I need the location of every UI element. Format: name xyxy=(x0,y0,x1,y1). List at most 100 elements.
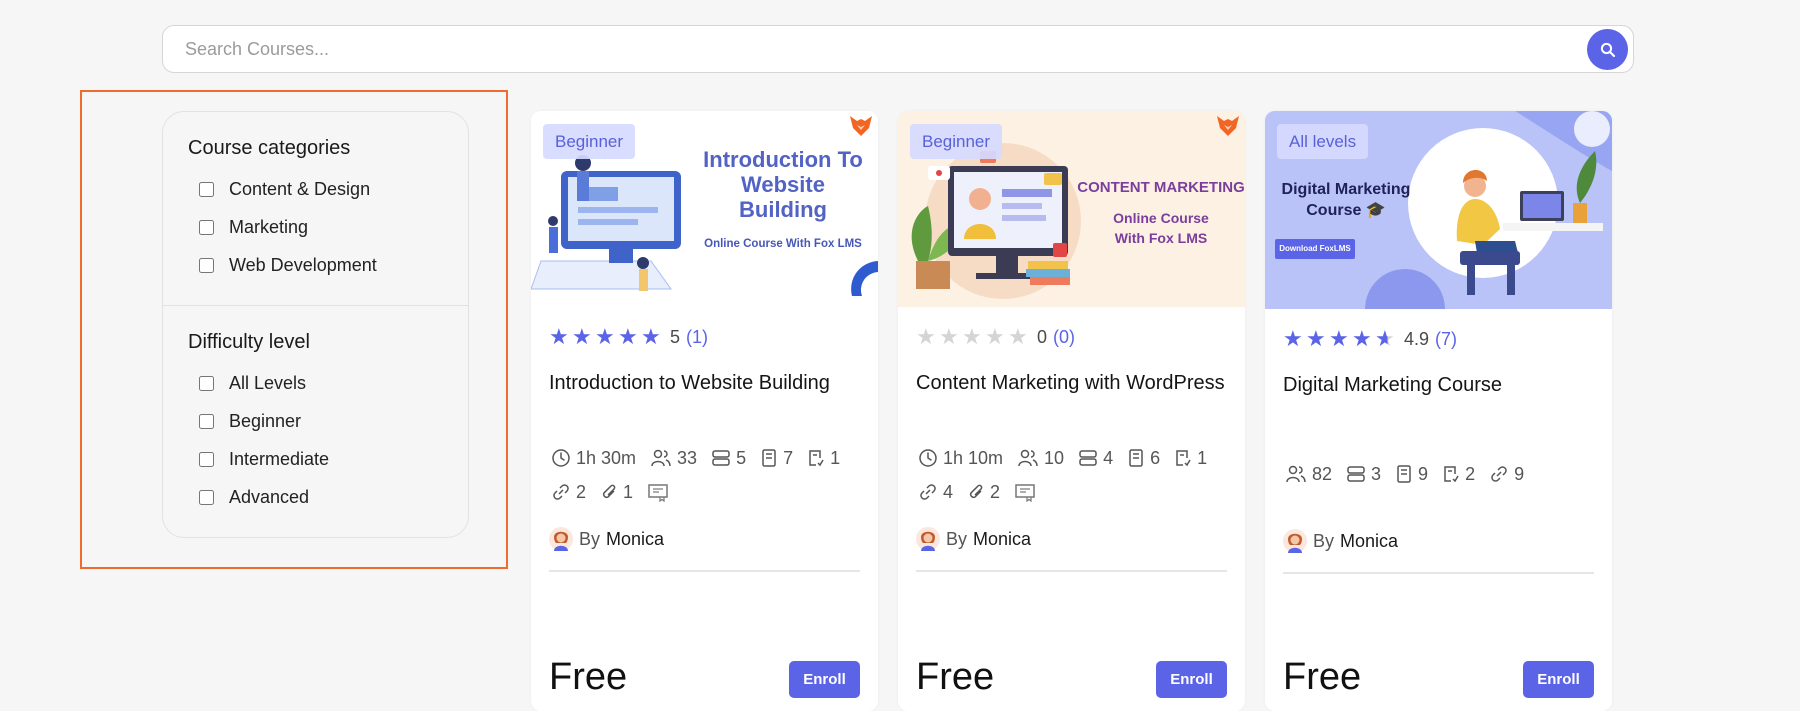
course-author: By Monica xyxy=(1283,529,1398,553)
star-icon: ★ xyxy=(1352,326,1372,351)
enroll-button[interactable]: Enroll xyxy=(1523,661,1594,698)
course-card: CONTENT MARKETING Online Course With Fox… xyxy=(898,111,1245,711)
book-icon xyxy=(1397,465,1411,483)
star-icon: ★ xyxy=(1329,326,1349,351)
course-meta: 82 3 9 2 9 xyxy=(1285,462,1605,486)
course-author: By Monica xyxy=(916,527,1031,551)
level-option-intermediate[interactable]: Intermediate xyxy=(199,449,329,470)
users-icon xyxy=(1018,449,1038,467)
category-option-marketing[interactable]: Marketing xyxy=(199,217,308,238)
search-input[interactable] xyxy=(183,26,1527,73)
sections: 4 xyxy=(1078,446,1113,470)
star-icon: ★ xyxy=(1306,326,1326,351)
avatar xyxy=(916,527,940,551)
sections: 5 xyxy=(711,446,746,470)
rating-count[interactable]: (1) xyxy=(686,327,708,348)
level-option-advanced[interactable]: Advanced xyxy=(199,487,309,508)
assignment-icon xyxy=(809,450,824,467)
star-icon: ★ xyxy=(962,324,982,349)
course-card: Digital Marketing Course 🎓 Download FoxL… xyxy=(1265,111,1612,711)
thumbnail-headline: Introduction To Website Building xyxy=(703,147,863,222)
attachments: 1 xyxy=(600,480,633,504)
course-thumbnail[interactable]: CONTENT MARKETING Online Course With Fox… xyxy=(898,111,1245,307)
users-icon xyxy=(1286,465,1306,483)
course-meta: 1h 10m 10 4 6 1 4 2 xyxy=(918,446,1238,504)
duration: 1h 30m xyxy=(551,446,636,470)
users-icon xyxy=(651,449,671,467)
star-icon: ★ xyxy=(641,324,661,349)
certificate-icon xyxy=(648,484,668,502)
graduation-cap-icon: 🎓 xyxy=(1365,202,1386,219)
category-checkbox[interactable] xyxy=(199,258,214,273)
level-checkbox[interactable] xyxy=(199,414,214,429)
search-icon xyxy=(1600,42,1615,57)
course-title[interactable]: Introduction to Website Building xyxy=(549,369,859,397)
level-option-all-levels[interactable]: All Levels xyxy=(199,373,306,394)
star-icon: ★ xyxy=(1283,326,1303,351)
search-button[interactable] xyxy=(1587,29,1628,70)
author-name[interactable]: Monica xyxy=(606,529,664,550)
category-checkbox[interactable] xyxy=(199,182,214,197)
course-rating: ★ ★ ★ ★ ★ 0 (0) xyxy=(916,326,1075,348)
fox-logo-icon xyxy=(850,116,872,136)
link-icon xyxy=(920,484,936,500)
thumbnail-subtitle: Online Course With Fox LMS xyxy=(704,238,862,250)
card-divider xyxy=(916,570,1227,572)
fox-logo-icon xyxy=(1217,116,1239,136)
links: 9 xyxy=(1489,462,1524,486)
level-checkbox[interactable] xyxy=(199,376,214,391)
course-title[interactable]: Digital Marketing Course xyxy=(1283,371,1593,399)
certificate-icon xyxy=(1015,484,1035,502)
avatar xyxy=(549,527,573,551)
lessons: 9 xyxy=(1395,462,1428,486)
rating-stars: ★ ★ ★ ★ ★ xyxy=(916,326,1031,348)
rating-score: 5 xyxy=(670,326,681,347)
star-icon: ★ xyxy=(985,324,1005,349)
level-checkbox[interactable] xyxy=(199,490,214,505)
rating-score: 0 xyxy=(1037,326,1048,347)
rating-count[interactable]: (0) xyxy=(1053,327,1075,348)
course-rating: ★ ★ ★ ★ ★ 4.9 (7) xyxy=(1283,328,1457,350)
certificate xyxy=(1014,480,1041,504)
students: 10 xyxy=(1017,446,1064,470)
search-bar xyxy=(162,25,1634,73)
assignments: 1 xyxy=(807,446,840,470)
sections-icon xyxy=(712,450,730,466)
star-icon: ★ xyxy=(572,324,592,349)
category-checkbox[interactable] xyxy=(199,220,214,235)
rating-stars: ★ ★ ★ ★ ★ xyxy=(549,326,664,348)
links: 4 xyxy=(918,480,953,504)
assignment-icon xyxy=(1176,450,1191,467)
star-icon: ★ xyxy=(595,324,615,349)
course-title[interactable]: Content Marketing with WordPress xyxy=(916,369,1226,397)
link-icon xyxy=(1491,466,1507,482)
thumbnail-headline: CONTENT MARKETING xyxy=(1077,179,1245,196)
level-checkbox[interactable] xyxy=(199,452,214,467)
half-star-icon: ★ xyxy=(1375,328,1398,350)
rating-count[interactable]: (7) xyxy=(1435,329,1457,350)
students: 82 xyxy=(1285,462,1332,486)
assignment-icon xyxy=(1444,466,1459,483)
course-price: Free xyxy=(549,656,628,698)
author-name[interactable]: Monica xyxy=(973,529,1031,550)
course-rating: ★ ★ ★ ★ ★ 5 (1) xyxy=(549,326,708,348)
assignments: 2 xyxy=(1442,462,1475,486)
card-divider xyxy=(549,570,860,572)
star-icon: ★ xyxy=(939,324,959,349)
enroll-button[interactable]: Enroll xyxy=(789,661,860,698)
sections: 3 xyxy=(1346,462,1381,486)
category-option-web-development[interactable]: Web Development xyxy=(199,255,377,276)
star-icon: ★ xyxy=(618,324,638,349)
author-name[interactable]: Monica xyxy=(1340,531,1398,552)
category-option-content-design[interactable]: Content & Design xyxy=(199,179,370,200)
card-divider xyxy=(1283,572,1594,574)
paperclip-icon xyxy=(969,484,983,499)
course-thumbnail[interactable]: Digital Marketing Course 🎓 Download FoxL… xyxy=(1265,111,1612,309)
course-thumbnail[interactable]: Introduction To Website Building Online … xyxy=(531,111,878,307)
difficulty-heading: Difficulty level xyxy=(188,331,310,353)
course-price: Free xyxy=(916,656,995,698)
level-option-beginner[interactable]: Beginner xyxy=(199,411,301,432)
lessons: 6 xyxy=(1127,446,1160,470)
enroll-button[interactable]: Enroll xyxy=(1156,661,1227,698)
rating-stars: ★ ★ ★ ★ ★ xyxy=(1283,328,1398,350)
